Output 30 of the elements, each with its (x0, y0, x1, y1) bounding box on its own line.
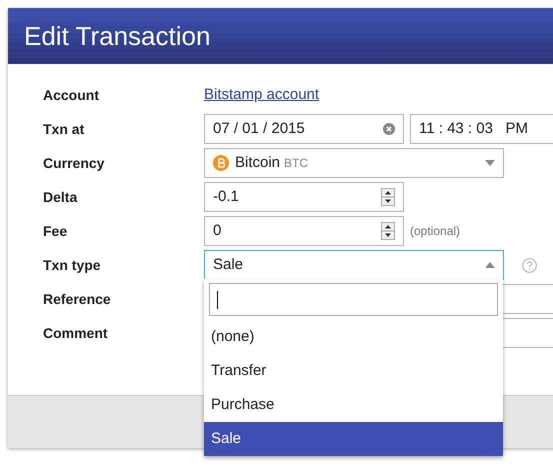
spinner-icon[interactable] (381, 222, 395, 240)
spinner-icon[interactable] (381, 188, 395, 206)
search-field[interactable] (209, 283, 498, 316)
field-label: Reference (43, 290, 112, 309)
dropdown-option[interactable]: Sale (204, 422, 503, 456)
time-field[interactable]: 11 : 43 : 03 PM (410, 114, 553, 144)
number-field[interactable]: -0.1 (204, 182, 404, 212)
currency-select[interactable]: Bitcoin BTC (204, 148, 504, 178)
dropdown-caret-icon (485, 262, 495, 268)
field-label: Txn type (43, 256, 102, 275)
dropdown-caret-icon (485, 160, 495, 166)
dropdown-option[interactable]: Purchase (204, 388, 503, 422)
number-field[interactable]: 0 (204, 216, 404, 246)
date-field[interactable]: 07 / 01 / 2015 (204, 114, 404, 144)
field-label: Comment (43, 324, 109, 343)
dialog-title: Edit Transaction (8, 8, 553, 64)
type-select[interactable]: Sale (204, 250, 504, 280)
account-link[interactable]: Bitstamp account (204, 84, 320, 106)
help-icon[interactable] (522, 258, 537, 272)
field-label: Account (43, 86, 100, 105)
dropdown-option[interactable]: Transfer (204, 354, 503, 388)
field-label: Currency (43, 154, 106, 173)
field-label: Delta (43, 188, 78, 207)
dropdown-option[interactable]: (none) (204, 320, 503, 354)
coin-icon (213, 155, 229, 171)
field-label: Fee (43, 222, 68, 241)
clear-icon[interactable] (383, 123, 395, 135)
optional-hint: (optional) (410, 223, 460, 240)
text-cursor (217, 290, 218, 308)
field-label: Txn at (43, 120, 86, 139)
